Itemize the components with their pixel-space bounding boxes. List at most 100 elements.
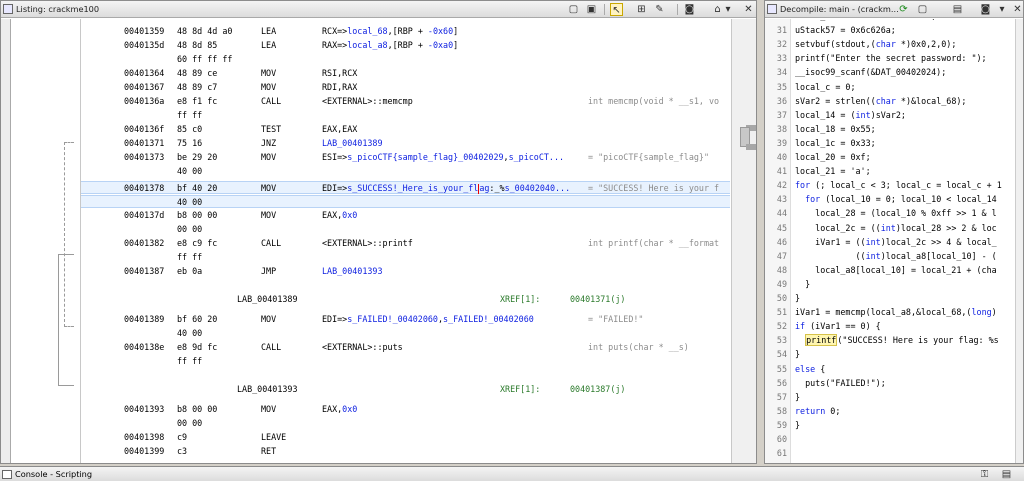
decompile-line[interactable]: 48 local_a8[local_10] = local_21 + (cha: [765, 264, 1015, 277]
listing-row[interactable]: 00 00: [81, 417, 730, 430]
listing-row[interactable]: 00401378 bf 40 20 MOV EDI=>s_SUCCESS!_Here_…: [81, 181, 730, 194]
decompile-line[interactable]: 40 local_20 = 0xf;: [765, 151, 1015, 164]
decompile-line[interactable]: 31 uStack57 = 0x6c626a;: [765, 24, 1015, 37]
decompile-line[interactable]: 52 if (iVar1 == 0) {: [765, 320, 1015, 333]
listing-row[interactable]: 00401367 48 89 c7 MOV RDI,RAX: [81, 81, 730, 94]
listing-row[interactable]: 60 ff ff ff: [81, 53, 730, 66]
listing-row[interactable]: 0040136a e8 f1 fc CALL <EXTERNAL>::memcmp in…: [81, 95, 730, 108]
decompile-line[interactable]: 37 local_14 = (int)sVar2;: [765, 109, 1015, 122]
decompile-line[interactable]: 32 setvbuf(stdout,(char *)0x0,2,0);: [765, 38, 1015, 51]
decompile-line[interactable]: 60: [765, 433, 1015, 446]
copy-icon[interactable]: ▢: [916, 3, 929, 16]
listing-bytes: e8 f1 fc: [177, 96, 218, 106]
decompile-line[interactable]: 34 __isoc99_scanf(&DAT_00402024);: [765, 66, 1015, 79]
decompile-line[interactable]: 38 local_18 = 0x55;: [765, 123, 1015, 136]
listing-label-row[interactable]: LAB_00401393 XREF[1]: 00401387(j): [81, 383, 730, 396]
lock-icon[interactable]: ⚿: [978, 468, 991, 481]
listing-oper: EDI=>s_SUCCESS!_Here_is_your_flag:_%s_00…: [322, 183, 571, 194]
decompile-line[interactable]: 43 for (local_10 = 0; local_10 < local_1…: [765, 193, 1015, 206]
decompile-line[interactable]: 49 }: [765, 278, 1015, 291]
listing-row[interactable]: 00401364 48 89 ce MOV RSI,RCX: [81, 67, 730, 80]
listing-row[interactable]: 0040136f 85 c0 TEST EAX,EAX: [81, 123, 730, 136]
decompile-line[interactable]: 33 printf("Enter the secret password: ");: [765, 52, 1015, 65]
decompile-line[interactable]: 59}: [765, 419, 1015, 432]
listing-row[interactable]: 40 00: [81, 327, 730, 340]
decompile-line[interactable]: 51 iVar1 = memcmp(local_a8,&local_68,(lon…: [765, 306, 1015, 319]
snapshot-icon[interactable]: ◙: [979, 3, 992, 16]
decompile-line[interactable]: 45 local_2c = ((int)local_28 >> 2 & loc: [765, 222, 1015, 235]
decompile-panel: Decompile: main - (crackm... ⟳ ▢ ▤ ◙ ▾ ✕…: [764, 0, 1024, 464]
listing-row[interactable]: 00 00: [81, 223, 730, 236]
cursor-select-icon[interactable]: ↖: [610, 3, 623, 16]
decompile-code: local_c = 0;: [795, 81, 856, 92]
listing-cmt: int puts(char * __s): [588, 342, 689, 352]
listing-oper: LAB_00401393: [322, 266, 383, 276]
line-number: 30: [765, 19, 787, 23]
close-icon[interactable]: ✕: [1011, 3, 1024, 16]
decompile-line[interactable]: 46 iVar1 = ((int)local_2c >> 4 & local_: [765, 236, 1015, 249]
decompile-line[interactable]: 39 local_1c = 0x33;: [765, 137, 1015, 150]
export-icon[interactable]: ▤: [951, 3, 964, 16]
listing-scrollbar[interactable]: [731, 19, 756, 463]
listing-label-name[interactable]: LAB_00401393: [237, 383, 298, 396]
decompile-line[interactable]: 53 printf("SUCCESS! Here is your flag: %…: [765, 334, 1015, 347]
clear-console-icon[interactable]: ▤: [1000, 468, 1013, 481]
paste-icon[interactable]: ▣: [585, 3, 598, 16]
decompile-line[interactable]: 35 local_c = 0;: [765, 81, 1015, 94]
home-icon[interactable]: ⌂: [711, 3, 724, 16]
decompile-line[interactable]: 50}: [765, 292, 1015, 305]
decompile-code: local_14 = (int)sVar2;: [795, 109, 906, 120]
listing-row[interactable]: 00401389 bf 60 20 MOV EDI=>s_FAILED!_004020…: [81, 313, 730, 326]
listing-label-name[interactable]: LAB_00401389: [237, 293, 298, 306]
decompile-line[interactable]: 44 local_28 = (local_10 % 0xff >> 1 & l: [765, 207, 1015, 220]
listing-row[interactable]: 00401387 eb 0a JMP LAB_00401393: [81, 265, 730, 278]
line-number: 55: [776, 363, 787, 374]
refresh-icon[interactable]: ⟳: [897, 3, 910, 16]
listing-row[interactable]: 00401373 be 29 20 MOV ESI=>s_picoCTF{sample…: [81, 151, 730, 164]
listing-row[interactable]: 0040135d 48 8d 85 LEA RAX=>local_a8,[RBP + …: [81, 39, 730, 52]
decompile-line[interactable]: 56 puts("FAILED!");: [765, 377, 1015, 390]
decompile-line[interactable]: 47 ((int)local_a8[local_10] - (: [765, 250, 1015, 263]
decompile-titlebar: Decompile: main - (crackm... ⟳ ▢ ▤ ◙ ▾ ✕: [765, 1, 1023, 18]
field-layout-icon[interactable]: ⊞: [635, 3, 648, 16]
line-number: 39: [776, 137, 787, 148]
chevron-down-icon[interactable]: ▾: [724, 3, 732, 16]
listing-code-area[interactable]: 00401359 48 8d 4d a0 LEA RCX=>local_68,[RBP…: [81, 19, 730, 463]
line-number: 43: [776, 194, 787, 205]
decompile-scrollbar[interactable]: [1015, 19, 1023, 463]
decompile-line[interactable]: 36 sVar2 = strlen((char *)&local_68);: [765, 95, 1015, 108]
decompile-line[interactable]: 41 local_21 = 'a';: [765, 165, 1015, 178]
listing-row[interactable]: 40 00: [81, 165, 730, 178]
line-number: 59: [776, 419, 787, 430]
copy-icon[interactable]: ▢: [567, 3, 580, 16]
line-number: 37: [776, 109, 787, 120]
listing-row[interactable]: ff ff: [81, 251, 730, 264]
listing-mnem: LEA: [261, 26, 277, 36]
listing-label-row[interactable]: LAB_00401389 XREF[1]: 00401371(j): [81, 293, 730, 306]
listing-row[interactable]: ff ff: [81, 109, 730, 122]
listing-row[interactable]: 00401371 75 16 JNZ LAB_00401389: [81, 137, 730, 150]
decompile-line[interactable]: 30 local_40 = 0x6e786f66727878;: [765, 19, 1015, 23]
snapshot-icon[interactable]: ◙: [683, 3, 696, 16]
listing-addr: 00401359: [124, 26, 165, 36]
listing-row[interactable]: 0040137d b8 00 00 MOV EAX,0x0: [81, 209, 730, 222]
listing-row[interactable]: 00401399 c3 RET: [81, 445, 730, 458]
listing-left-margin: [1, 19, 11, 463]
decompile-line[interactable]: 54}: [765, 348, 1015, 361]
listing-row[interactable]: 00401359 48 8d 4d a0 LEA RCX=>local_68,[RBP…: [81, 25, 730, 38]
decompile-line[interactable]: 57}: [765, 391, 1015, 404]
decompile-line[interactable]: 55 else {: [765, 363, 1015, 376]
decompile-line[interactable]: 58 return 0;: [765, 405, 1015, 418]
decompile-line[interactable]: 61: [765, 447, 1015, 460]
decompile-line[interactable]: 42 for (; local_c < 3; local_c = local_c …: [765, 179, 1015, 192]
chevron-down-icon[interactable]: ▾: [998, 3, 1006, 16]
listing-row[interactable]: 00401393 b8 00 00 MOV EAX,0x0: [81, 403, 730, 416]
listing-row[interactable]: 00401398 c9 LEAVE: [81, 431, 730, 444]
listing-row[interactable]: 40 00: [81, 195, 730, 208]
decompile-code-area[interactable]: 30 local_40 = 0x6e786f66727878; 31 uStack57…: [765, 19, 1015, 463]
listing-row[interactable]: 00401382 e8 c9 fc CALL <EXTERNAL>::printf in…: [81, 237, 730, 250]
listing-row[interactable]: ff ff: [81, 355, 730, 368]
listing-row[interactable]: 0040138e e8 9d fc CALL <EXTERNAL>::puts int …: [81, 341, 730, 354]
close-icon[interactable]: ✕: [742, 3, 755, 16]
edit-fields-icon[interactable]: ✎: [653, 3, 666, 16]
